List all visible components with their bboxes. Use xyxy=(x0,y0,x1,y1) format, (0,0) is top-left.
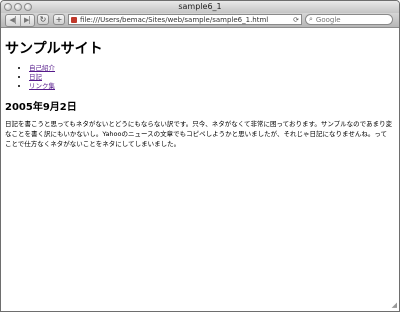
back-arrow-icon: ◀ xyxy=(9,16,16,24)
nav-list: 自己紹介 日記 リンク集 xyxy=(5,64,395,91)
plus-icon: + xyxy=(55,15,63,24)
nav-buttons: ◀ ▶ xyxy=(5,14,35,27)
nav-item-links: リンク集 xyxy=(29,82,395,91)
nav-item-diary: 日記 xyxy=(29,73,395,82)
nav-item-profile: 自己紹介 xyxy=(29,64,395,73)
address-url[interactable]: file:///Users/bemac/Sites/web/sample/sam… xyxy=(80,16,293,24)
search-input[interactable] xyxy=(312,15,386,24)
nav-link-links[interactable]: リンク集 xyxy=(29,82,55,90)
page-title: サンプルサイト xyxy=(5,41,103,57)
date-heading: 2005年9月2日 xyxy=(5,102,77,113)
toolbar: ◀ ▶ ↻ + file:///Users/bemac/Sites/web/sa… xyxy=(1,13,399,28)
back-button[interactable]: ◀ xyxy=(6,15,21,26)
nav-link-profile[interactable]: 自己紹介 xyxy=(29,64,55,72)
forward-arrow-icon: ▶ xyxy=(24,16,31,24)
search-box[interactable]: ⌕ xyxy=(305,14,393,25)
favicon-icon xyxy=(71,16,77,23)
add-bookmark-button[interactable]: + xyxy=(53,14,65,25)
refresh-icon[interactable]: ⟳ xyxy=(293,16,299,24)
window-title: sample6_1 xyxy=(178,2,222,11)
forward-button[interactable]: ▶ xyxy=(21,15,35,26)
browser-window: sample6_1 ◀ ▶ ↻ + file:///Users/bemac/Si… xyxy=(0,0,400,312)
diary-paragraph: 日記を書こうと思ってもネタがないとどうにもならない訳です。只今、ネタがなくて非常… xyxy=(5,120,393,148)
resize-grip-icon[interactable]: ◢ xyxy=(392,301,397,309)
nav-link-diary[interactable]: 日記 xyxy=(29,73,42,81)
address-bar[interactable]: file:///Users/bemac/Sites/web/sample/sam… xyxy=(68,14,302,25)
page-content: サンプルサイト 自己紹介 日記 リンク集 2005年9月2日 日記を書こうと思っ… xyxy=(1,28,399,311)
reload-button[interactable]: ↻ xyxy=(37,14,49,25)
reload-icon: ↻ xyxy=(39,15,47,24)
